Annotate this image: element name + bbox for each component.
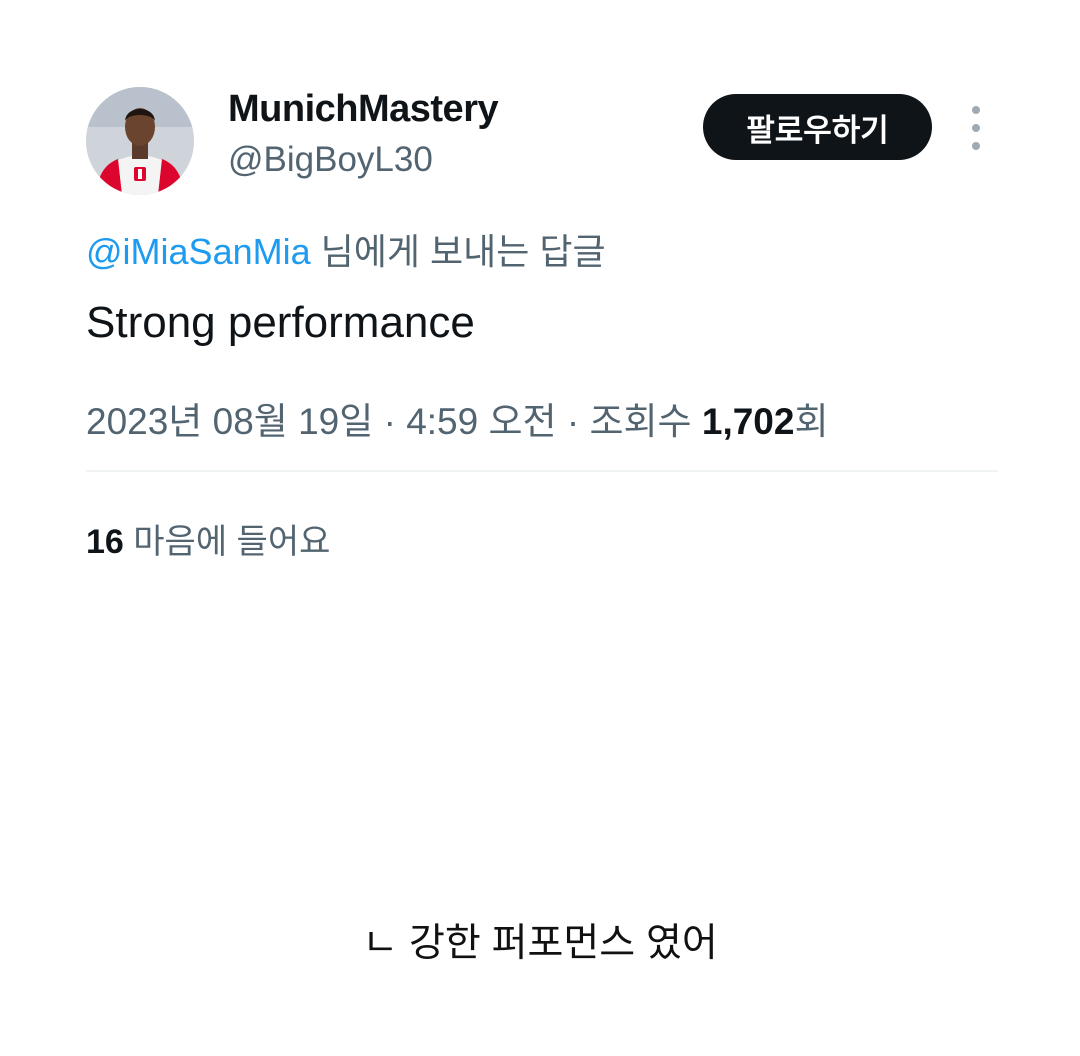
- meta-separator: ·: [373, 401, 407, 442]
- follow-button[interactable]: 팔로우하기: [703, 94, 932, 160]
- likes-label: 마음에 들어요: [123, 523, 331, 561]
- views-count: 1,702: [701, 401, 795, 442]
- views-unit: 회: [794, 401, 829, 442]
- tweet-date[interactable]: 2023년 08월 19일: [86, 401, 373, 442]
- more-dot: [972, 124, 980, 132]
- caption-text: ㄴ 강한 퍼포먼스 였어: [362, 922, 718, 965]
- user-handle[interactable]: @BigBoyL30: [228, 140, 433, 180]
- tweet-metadata: 2023년 08월 19일 · 4:59 오전 · 조회수 1,702회: [86, 391, 829, 445]
- display-name[interactable]: MunichMastery: [228, 88, 499, 131]
- player-avatar-image: [86, 87, 194, 195]
- reply-suffix: 님에게 보내는 답글: [310, 231, 606, 272]
- likes-count: 16: [86, 523, 124, 561]
- more-dot: [972, 142, 980, 150]
- reply-mention-link[interactable]: @iMiaSanMia: [86, 231, 311, 272]
- divider: [86, 470, 998, 472]
- tweet-time[interactable]: 4:59 오전: [406, 401, 556, 442]
- more-dot: [972, 106, 980, 114]
- likes-stat[interactable]: 16 마음에 들어요: [86, 514, 330, 563]
- meta-separator: ·: [556, 401, 590, 442]
- reply-context: @iMiaSanMia 님에게 보내는 답글: [86, 223, 606, 275]
- more-vertical-icon[interactable]: [962, 106, 990, 150]
- views-label: 조회수: [589, 401, 702, 442]
- tweet-text: Strong performance: [86, 298, 475, 347]
- avatar[interactable]: [86, 87, 194, 195]
